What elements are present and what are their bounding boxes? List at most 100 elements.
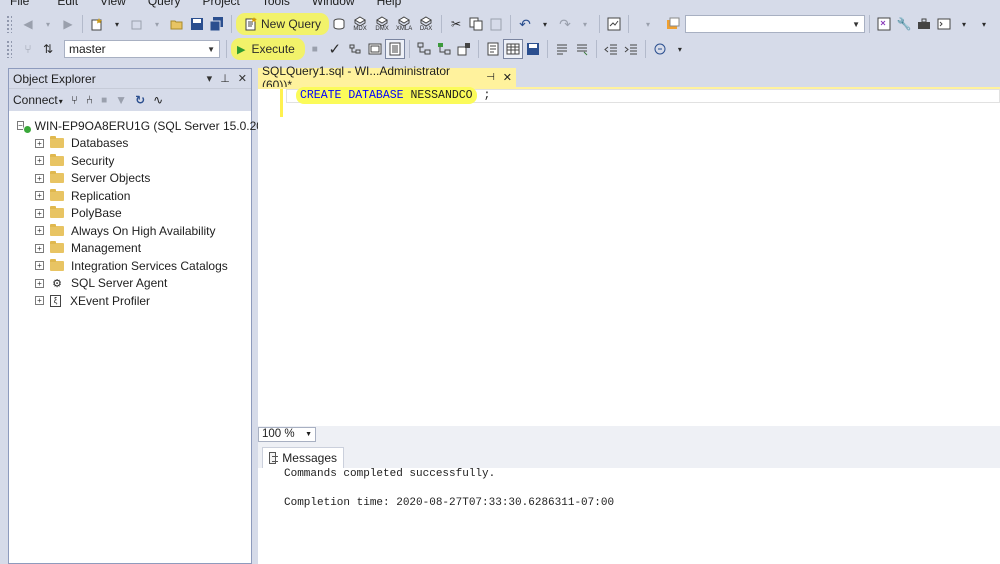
database-engine-query-icon[interactable] (329, 14, 349, 34)
cancel-query-icon[interactable]: ■ (305, 39, 325, 59)
menu-window[interactable]: Window (290, 0, 355, 8)
dax-query-icon[interactable]: DAX (415, 14, 437, 34)
menu-tools[interactable]: Tools (240, 0, 290, 8)
sql-editor[interactable]: CREATE DATABASE NESSANDCO ; (258, 87, 1000, 426)
wrench-icon[interactable]: 🔧 (894, 14, 914, 34)
cut-icon[interactable]: ✂ (446, 14, 466, 34)
back-icon[interactable]: ◀ (18, 14, 38, 34)
results-to-text-icon[interactable] (483, 39, 503, 59)
open-file-icon[interactable] (167, 14, 187, 34)
tree-node-security[interactable]: + Security (9, 152, 251, 170)
expand-icon[interactable]: + (35, 156, 44, 166)
tree-node-polybase[interactable]: + PolyBase (9, 205, 251, 223)
toolbar-options-icon[interactable]: ▾ (670, 39, 690, 59)
pin-icon[interactable]: ⊥ (220, 72, 230, 85)
undo-dropdown-icon[interactable]: ▾ (535, 14, 555, 34)
connect-button[interactable]: Connect▾ (13, 93, 63, 107)
command-window-icon[interactable] (934, 14, 954, 34)
toolbar-options-icon[interactable]: ▾ (974, 14, 994, 34)
decrease-indent-icon[interactable] (601, 39, 621, 59)
connect-icon[interactable]: ⑂ (18, 39, 38, 59)
expand-icon[interactable]: + (35, 138, 44, 148)
intellisense-icon[interactable] (384, 39, 405, 59)
tab-sqlquery1[interactable]: SQLQuery1.sql - WI...Administrator (60))… (258, 64, 516, 92)
tree-node-xevent-profiler[interactable]: + ξ XEvent Profiler (9, 292, 251, 310)
toolbar-grip[interactable] (6, 40, 12, 58)
redo-icon[interactable]: ↷ (555, 14, 575, 34)
menu-file[interactable]: File (0, 0, 29, 8)
client-statistics-icon[interactable] (454, 39, 474, 59)
expand-icon[interactable]: + (35, 226, 44, 236)
menu-view[interactable]: View (78, 0, 126, 8)
database-select[interactable]: master ▼ (64, 40, 220, 58)
expand-icon[interactable]: + (35, 261, 44, 271)
dropdown-arrow-icon[interactable]: ▾ (38, 14, 58, 34)
increase-indent-icon[interactable] (621, 39, 641, 59)
comment-out-icon[interactable] (552, 39, 572, 59)
tree-node-sql-server-agent[interactable]: + ⚙ SQL Server Agent (9, 275, 251, 293)
paste-icon[interactable] (486, 14, 506, 34)
new-query-button[interactable]: New Query (236, 13, 330, 35)
solution-config-dropdown-icon[interactable]: ▾ (633, 14, 663, 34)
tree-node-management[interactable]: + Management (9, 240, 251, 258)
undo-icon[interactable]: ↶ (515, 14, 535, 34)
activity-monitor-icon[interactable]: ∿ (153, 93, 163, 107)
tab-messages[interactable]: Messages (262, 447, 344, 468)
forward-icon[interactable]: ▶ (58, 14, 78, 34)
disconnect-icon[interactable]: ⑃ (86, 93, 93, 107)
window-position-dropdown-icon[interactable]: ▾ (207, 72, 213, 85)
filter-icon[interactable]: ▼ (115, 93, 127, 107)
xmla-query-icon[interactable]: XMLA (393, 14, 415, 34)
expand-icon[interactable]: + (35, 191, 44, 201)
execute-button[interactable]: ▶ Execute (231, 38, 305, 60)
expand-icon[interactable]: + (35, 278, 44, 288)
live-query-stats-icon[interactable] (434, 39, 454, 59)
find-icon[interactable] (663, 14, 683, 34)
specify-template-values-icon[interactable] (650, 39, 670, 59)
messages-pane[interactable]: Commands completed successfully. Complet… (258, 468, 1000, 564)
refresh-icon[interactable]: ↻ (135, 93, 145, 107)
tree-node-integration-services[interactable]: + Integration Services Catalogs (9, 257, 251, 275)
change-connection-icon[interactable]: ⇅ (38, 39, 58, 59)
copy-icon[interactable] (466, 14, 486, 34)
activity-monitor-icon[interactable] (604, 14, 624, 34)
new-project-dropdown-icon[interactable]: ▾ (107, 14, 127, 34)
add-item-icon[interactable] (127, 14, 147, 34)
tree-node-replication[interactable]: + Replication (9, 187, 251, 205)
parse-checkmark-icon[interactable]: ✓ (325, 39, 345, 59)
new-project-icon[interactable] (87, 14, 107, 34)
expand-icon[interactable]: + (35, 243, 44, 253)
stop-icon[interactable]: ■ (101, 95, 107, 106)
connect-object-explorer-icon[interactable]: ⑂ (71, 93, 78, 107)
tree-node-server-objects[interactable]: + Server Objects (9, 170, 251, 188)
zoom-select[interactable]: 100 % ▼ (258, 426, 316, 442)
add-item-dropdown-icon[interactable]: ▾ (147, 14, 167, 34)
tree-node-always-on[interactable]: + Always On High Availability (9, 222, 251, 240)
display-estimated-plan-icon[interactable] (345, 39, 365, 59)
expand-icon[interactable]: + (35, 296, 44, 306)
query-options-icon[interactable] (365, 39, 385, 59)
save-all-icon[interactable] (207, 14, 227, 34)
toolbar-grip[interactable] (6, 15, 12, 33)
dmx-query-icon[interactable]: DMX (371, 14, 393, 34)
command-window-dropdown-icon[interactable]: ▾ (954, 14, 974, 34)
menu-help[interactable]: Help (355, 0, 402, 8)
pin-tab-icon[interactable]: ⊣ (486, 72, 495, 83)
expand-icon[interactable]: + (35, 208, 44, 218)
save-icon[interactable] (187, 14, 207, 34)
toolbox-icon[interactable] (914, 14, 934, 34)
results-to-file-icon[interactable] (523, 39, 543, 59)
close-tab-icon[interactable]: ✕ (503, 71, 512, 84)
menu-project[interactable]: Project (181, 0, 240, 8)
results-to-grid-icon[interactable] (502, 39, 523, 59)
close-icon[interactable]: ✕ (238, 72, 247, 85)
mdx-query-icon[interactable]: MDX (349, 14, 371, 34)
template-explorer-icon[interactable] (874, 14, 894, 34)
uncomment-icon[interactable] (572, 39, 592, 59)
menu-edit[interactable]: Edit (29, 0, 78, 8)
expand-icon[interactable]: + (35, 173, 44, 183)
tree-server-node[interactable]: − WIN-EP9OA8ERU1G (SQL Server 15.0.20 (9, 117, 263, 135)
redo-dropdown-icon[interactable]: ▾ (575, 14, 595, 34)
tree-node-databases[interactable]: + Databases (9, 135, 251, 153)
menu-query[interactable]: Query (126, 0, 181, 8)
